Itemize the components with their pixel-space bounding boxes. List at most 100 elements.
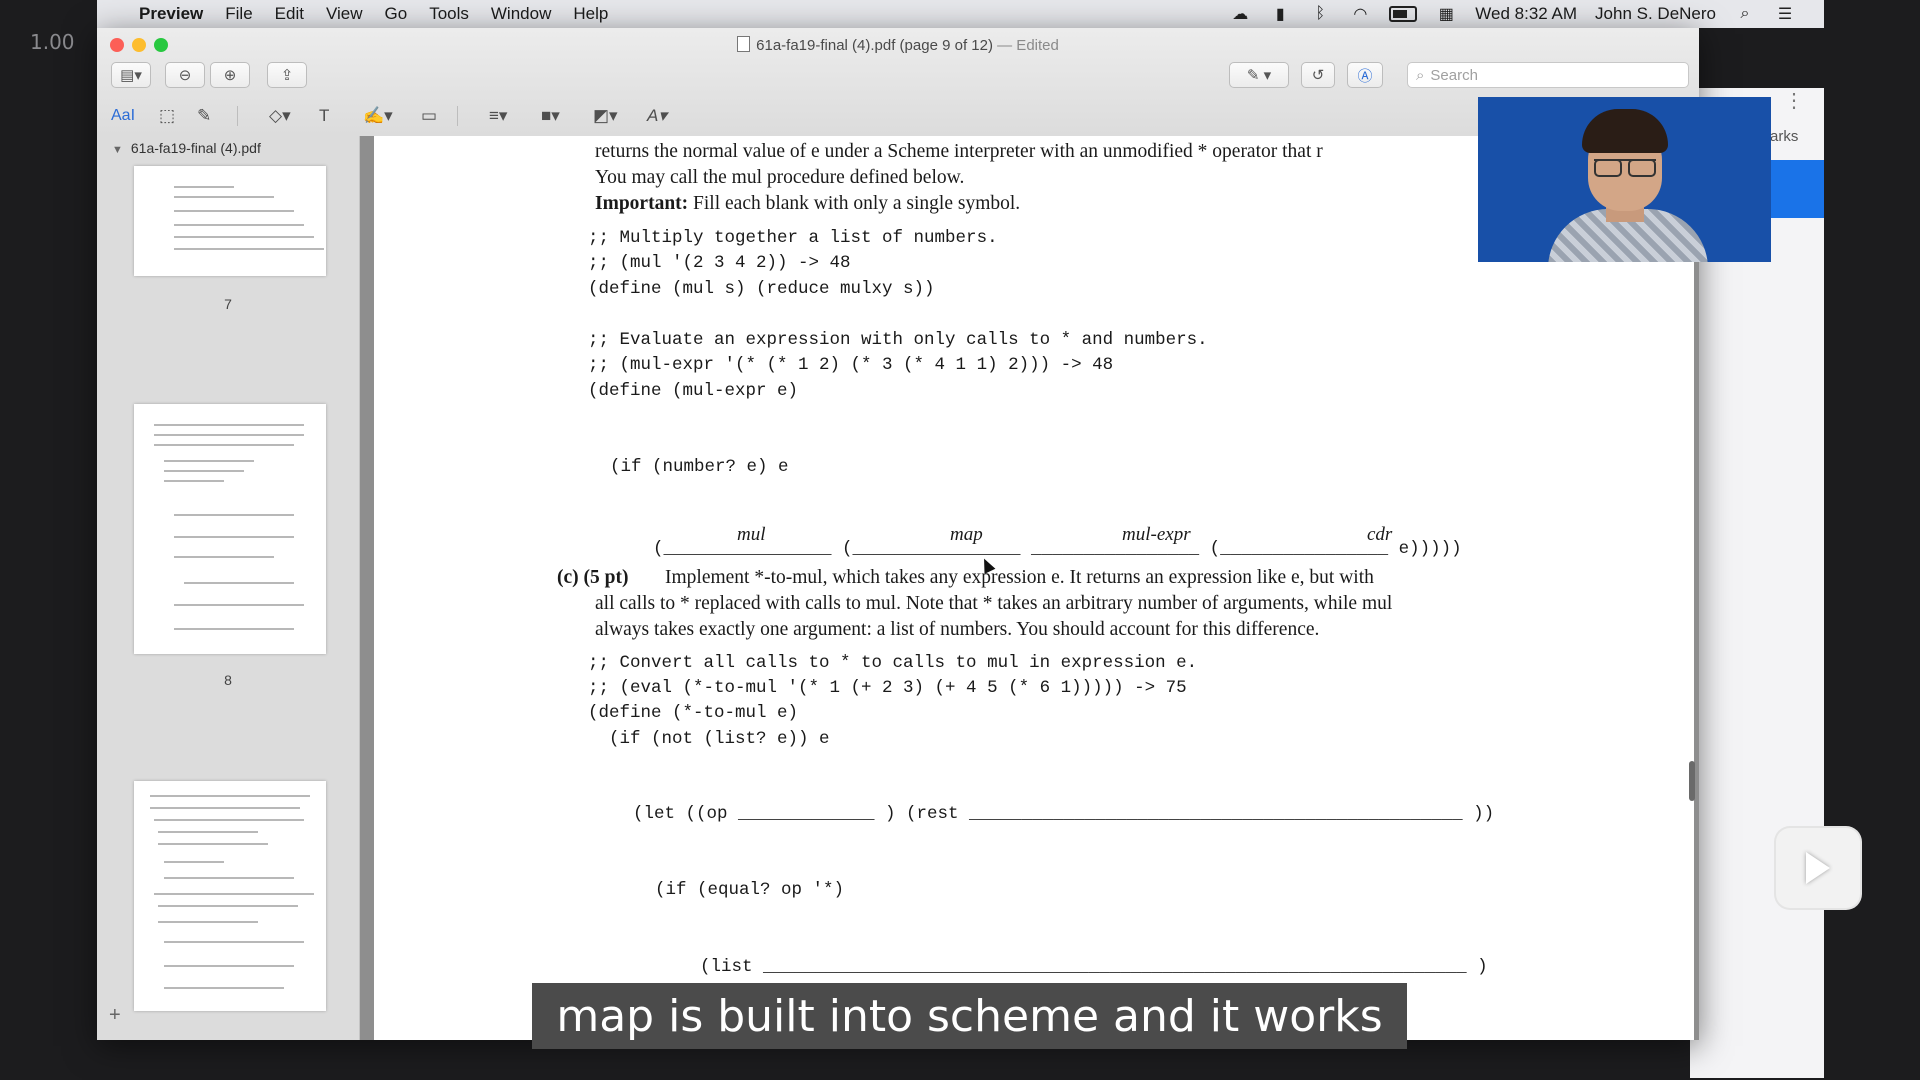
edited-label: — Edited xyxy=(997,37,1059,54)
zoom-out-icon: ⊖ xyxy=(178,67,192,84)
menu-edit[interactable]: Edit xyxy=(275,4,304,24)
search-placeholder: Search xyxy=(1430,66,1478,84)
text-selection-tool[interactable]: AaI xyxy=(111,104,135,128)
code-line: (define (*-to-mul e) xyxy=(588,703,799,723)
play-icon xyxy=(1806,852,1830,884)
document-view[interactable]: returns the normal value of e under a Sc… xyxy=(360,136,1699,1040)
markup-toolbar: AaI ⬚ ✎ ◇▾ T ✍▾ ▭ ≡▾ ■▾ ◩▾ A▾ xyxy=(97,100,1699,132)
subtitle-text: map is built into scheme and it works xyxy=(556,990,1383,1042)
search-field[interactable]: ⌕ Search xyxy=(1407,62,1689,88)
important-text: Fill each blank with only a single symbo… xyxy=(693,193,1021,214)
code-line: (define (mul s) (reduce mulxy s)) xyxy=(588,279,935,299)
share-icon: ⇪ xyxy=(280,67,294,84)
important-label: Important: xyxy=(595,193,689,214)
shapes-icon[interactable]: ◇▾ xyxy=(269,104,291,128)
thumbnail-sidebar: ▼ 61a-fa19-final (4).pdf 7 8 + xyxy=(97,136,360,1040)
body-text: all calls to * replaced with calls to mu… xyxy=(595,593,1393,614)
page-number-label: 7 xyxy=(224,296,232,312)
menu-bar: Preview File Edit View Go Tools Window H… xyxy=(97,0,1824,28)
add-page-icon[interactable]: + xyxy=(109,1004,121,1027)
window-title: 61a-fa19-final (4).pdf (page 9 of 12) — … xyxy=(97,36,1699,54)
more-icon[interactable]: ⋮ xyxy=(1784,88,1804,113)
line-style-icon[interactable]: ≡▾ xyxy=(489,104,507,128)
code-line: ;; (mul '(2 3 4 2)) -> 48 xyxy=(588,253,851,273)
rotate-icon: ↺ xyxy=(1311,67,1325,84)
body-text: returns the normal value of e under a Sc… xyxy=(595,141,1323,162)
menu-tools[interactable]: Tools xyxy=(429,4,469,24)
code-line: ;; (mul-expr '(* (* 1 2) (* 3 (* 4 1 1) … xyxy=(588,355,1114,375)
border-color-icon[interactable]: ■▾ xyxy=(541,104,560,128)
sidebar-file-header[interactable]: ▼ 61a-fa19-final (4).pdf xyxy=(112,140,261,156)
spotlight-icon[interactable]: ⌕ xyxy=(1734,5,1756,22)
disclosure-triangle-icon[interactable]: ▼ xyxy=(112,144,123,156)
fill-color-icon[interactable]: ◩▾ xyxy=(593,104,618,128)
code-line: (define (mul-expr e) xyxy=(588,381,799,401)
note-icon[interactable]: ▭ xyxy=(421,104,437,128)
toolbar-divider xyxy=(237,106,238,126)
menu-go[interactable]: Go xyxy=(385,4,408,24)
sidebar-filename: 61a-fa19-final (4).pdf xyxy=(130,140,261,156)
menubar-clock[interactable]: Wed 8:32 AM xyxy=(1475,4,1577,24)
rotate-button[interactable]: ↺ xyxy=(1301,62,1335,88)
important-note: Important: Fill each blank with only a s… xyxy=(595,193,1020,215)
window-title-text: 61a-fa19-final (4).pdf (page 9 of 12) xyxy=(756,37,993,54)
battery-icon[interactable] xyxy=(1389,6,1418,22)
markup-icon: Ⓐ xyxy=(1357,67,1373,85)
sign-icon[interactable]: ✍▾ xyxy=(363,104,393,128)
page-thumbnail-8[interactable] xyxy=(134,404,326,654)
code-line: (if (not (list? e)) e xyxy=(588,729,830,749)
highlight-button[interactable]: ✎ ▾ xyxy=(1229,62,1289,88)
body-text: always takes exactly one argument: a lis… xyxy=(595,619,1320,640)
code-line: (if (equal? op '*) xyxy=(655,880,845,900)
calendar-icon[interactable]: ▦ xyxy=(1435,6,1457,23)
share-button[interactable]: ⇪ xyxy=(267,62,307,88)
page-thumbnail-9[interactable] xyxy=(134,781,326,1011)
text-box-icon[interactable]: T xyxy=(319,104,329,128)
text-style-icon[interactable]: A▾ xyxy=(647,104,667,128)
page-thumbnail-7[interactable] xyxy=(134,166,326,276)
subtitle-caption: map is built into scheme and it works xyxy=(532,983,1407,1049)
zoom-out-button[interactable]: ⊖ xyxy=(165,62,205,88)
highlighter-icon: ✎ ▾ xyxy=(1246,67,1272,84)
code-line: (list __________________________________… xyxy=(700,957,1488,977)
notification-center-icon[interactable]: ☰ xyxy=(1774,6,1796,23)
body-text: You may call the mul procedure defined b… xyxy=(595,167,965,188)
code-line: (let ((op _____________ ) (rest ________… xyxy=(633,804,1495,824)
bluetooth-icon[interactable]: ᛒ xyxy=(1309,5,1331,22)
menu-help[interactable]: Help xyxy=(573,4,608,24)
menubar-user[interactable]: John S. DeNero xyxy=(1595,4,1716,24)
bookmarks-label: arks xyxy=(1770,128,1799,145)
microphone-icon[interactable]: ▮ xyxy=(1269,6,1291,23)
rect-selection-icon[interactable]: ⬚ xyxy=(159,104,175,128)
blank-line: (________________ (________________ ____… xyxy=(653,539,1462,559)
part-c-label: (c) (5 pt) xyxy=(557,567,629,588)
wifi-icon[interactable]: ◠ xyxy=(1349,6,1371,23)
window-toolbar: 61a-fa19-final (4).pdf (page 9 of 12) — … xyxy=(97,28,1699,137)
pdf-document-icon xyxy=(737,36,751,52)
search-icon: ⌕ xyxy=(1416,66,1425,84)
menu-view[interactable]: View xyxy=(326,4,363,24)
menu-preview[interactable]: Preview xyxy=(139,4,203,24)
menu-window[interactable]: Window xyxy=(491,4,551,24)
menu-file[interactable]: File xyxy=(225,4,252,24)
vertical-scrollbar[interactable] xyxy=(1689,761,1695,801)
playback-speed: 1.00 xyxy=(30,30,75,54)
webcam-overlay xyxy=(1478,97,1771,262)
body-text: Implement *-to-mul, which takes any expr… xyxy=(665,567,1374,588)
cloud-icon[interactable]: ☁ xyxy=(1229,6,1251,23)
video-player-button[interactable] xyxy=(1776,828,1860,908)
code-line: (if (number? e) e xyxy=(610,457,789,477)
sketch-icon[interactable]: ✎ xyxy=(197,104,211,128)
code-line: ;; Evaluate an expression with only call… xyxy=(588,330,1208,350)
sidebar-icon: ▤▾ xyxy=(120,67,142,84)
markup-toolbar-button[interactable]: Ⓐ xyxy=(1347,62,1383,88)
sidebar-toggle-button[interactable]: ▤▾ xyxy=(111,62,151,88)
pdf-page: returns the normal value of e under a Sc… xyxy=(374,136,1694,1040)
code-line: ;; (eval (*-to-mul '(* 1 (+ 2 3) (+ 4 5 … xyxy=(588,678,1187,698)
zoom-in-button[interactable]: ⊕ xyxy=(210,62,250,88)
toolbar-divider xyxy=(457,106,458,126)
zoom-in-icon: ⊕ xyxy=(223,67,237,84)
page-number-label: 8 xyxy=(224,672,232,688)
code-line: ;; Multiply together a list of numbers. xyxy=(588,228,998,248)
code-line: ;; Convert all calls to * to calls to mu… xyxy=(588,653,1198,673)
